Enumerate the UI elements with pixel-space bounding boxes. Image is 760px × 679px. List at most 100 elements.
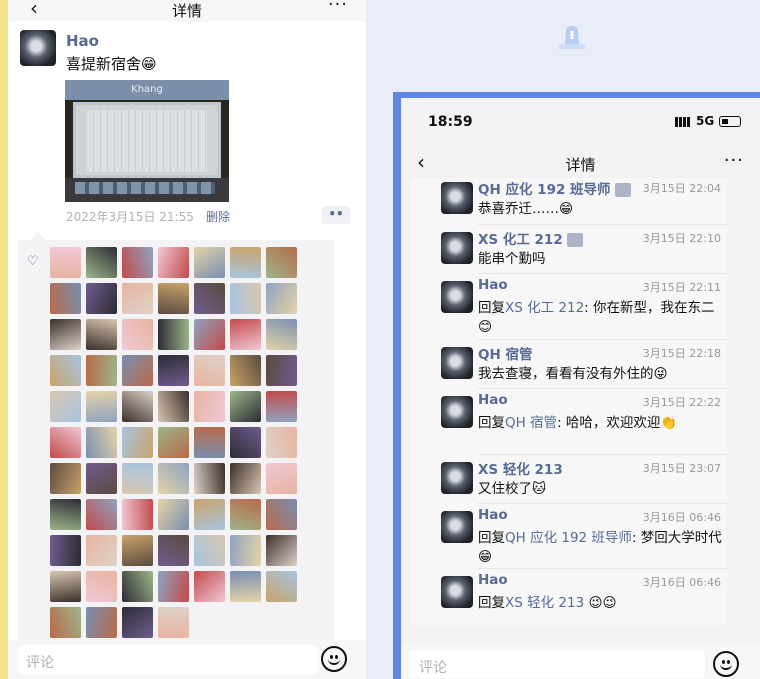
liker-avatar[interactable] [86, 571, 117, 602]
comment-author[interactable]: QH 应化 192 班导师 [478, 178, 631, 198]
liker-avatar[interactable] [194, 427, 225, 458]
avatar[interactable] [441, 511, 473, 543]
liker-avatar[interactable] [122, 427, 153, 458]
liker-avatar[interactable] [194, 463, 225, 494]
reply-target[interactable]: QH 宿管 [505, 415, 557, 431]
liker-avatar[interactable] [122, 571, 153, 602]
reply-target[interactable]: XS 轻化 213 [505, 595, 584, 611]
avatar[interactable] [441, 182, 473, 214]
liker-avatar[interactable] [158, 607, 189, 638]
liker-avatar[interactable] [230, 427, 261, 458]
liker-avatar[interactable] [86, 463, 117, 494]
liker-avatar[interactable] [194, 571, 225, 602]
liker-avatar[interactable] [50, 571, 81, 602]
post-author[interactable]: Hao [66, 32, 99, 50]
liker-avatar[interactable] [158, 499, 189, 530]
emoji-icon[interactable] [713, 651, 739, 677]
liker-avatar[interactable] [158, 427, 189, 458]
avatar[interactable] [441, 232, 473, 264]
avatar[interactable] [441, 576, 473, 608]
liker-avatar[interactable] [266, 391, 297, 422]
liker-avatar[interactable] [230, 463, 261, 494]
liker-avatar[interactable] [122, 319, 153, 350]
liker-avatar[interactable] [86, 247, 117, 278]
liker-avatar[interactable] [158, 319, 189, 350]
liker-avatar[interactable] [50, 355, 81, 386]
liker-avatar[interactable] [194, 499, 225, 530]
liker-avatar[interactable] [230, 247, 261, 278]
liker-avatar[interactable] [86, 355, 117, 386]
post-photo[interactable]: Khang [65, 80, 229, 202]
liker-avatar[interactable] [158, 391, 189, 422]
liker-avatar[interactable] [194, 535, 225, 566]
liker-avatar[interactable] [158, 535, 189, 566]
liker-avatar[interactable] [86, 391, 117, 422]
more-icon[interactable]: ··· [724, 150, 744, 171]
liker-avatar[interactable] [122, 391, 153, 422]
comment-input[interactable] [18, 646, 318, 674]
liker-avatar[interactable] [122, 247, 153, 278]
emoji-icon[interactable] [321, 646, 347, 672]
liker-avatar[interactable] [86, 427, 117, 458]
liker-avatar[interactable] [230, 355, 261, 386]
liker-avatar[interactable] [230, 319, 261, 350]
liker-avatar[interactable] [50, 391, 81, 422]
liker-avatar[interactable] [194, 391, 225, 422]
liker-avatar[interactable] [122, 607, 153, 638]
liker-avatar[interactable] [50, 535, 81, 566]
liker-avatar[interactable] [86, 499, 117, 530]
liker-avatar[interactable] [230, 535, 261, 566]
reply-target[interactable]: XS 化工 212 [505, 300, 584, 316]
liker-avatar[interactable] [50, 463, 81, 494]
liker-avatar[interactable] [194, 355, 225, 386]
liker-avatar[interactable] [230, 391, 261, 422]
liker-avatar[interactable] [158, 247, 189, 278]
comment-author[interactable]: Hao [478, 507, 508, 523]
liker-avatar[interactable] [158, 571, 189, 602]
liker-avatar[interactable] [158, 355, 189, 386]
liker-avatar[interactable] [50, 427, 81, 458]
liker-avatar[interactable] [50, 283, 81, 314]
delete-link[interactable]: 删除 [206, 208, 230, 225]
comment-input[interactable] [409, 650, 705, 678]
liker-avatar[interactable] [86, 283, 117, 314]
liker-avatar[interactable] [266, 463, 297, 494]
liker-avatar[interactable] [50, 247, 81, 278]
comment-author[interactable]: Hao [478, 392, 508, 408]
liker-avatar[interactable] [266, 535, 297, 566]
liker-avatar[interactable] [266, 283, 297, 314]
liker-avatar[interactable] [194, 283, 225, 314]
liker-avatar[interactable] [194, 247, 225, 278]
liker-avatar[interactable] [122, 499, 153, 530]
avatar[interactable] [441, 462, 473, 494]
comment-author[interactable]: Hao [478, 277, 508, 293]
avatar[interactable] [441, 396, 473, 428]
liker-avatar[interactable] [266, 499, 297, 530]
liker-avatar[interactable] [122, 283, 153, 314]
comment-author[interactable]: XS 轻化 213 [478, 458, 563, 478]
liker-avatar[interactable] [158, 463, 189, 494]
liker-avatar[interactable] [86, 535, 117, 566]
liker-avatar[interactable] [266, 355, 297, 386]
avatar[interactable] [20, 30, 56, 66]
avatar[interactable] [441, 347, 473, 379]
comment-author[interactable]: Hao [478, 572, 508, 588]
liker-avatar[interactable] [86, 319, 117, 350]
reply-target[interactable]: QH 应化 192 班导师 [505, 530, 632, 546]
post-actions-button[interactable]: •• [322, 206, 350, 224]
liker-avatar[interactable] [230, 571, 261, 602]
liker-avatar[interactable] [50, 319, 81, 350]
liker-avatar[interactable] [230, 283, 261, 314]
more-icon[interactable]: ··· [328, 0, 348, 15]
liker-avatar[interactable] [230, 499, 261, 530]
liker-avatar[interactable] [266, 427, 297, 458]
liker-avatar[interactable] [266, 319, 297, 350]
liker-avatar[interactable] [50, 499, 81, 530]
liker-avatar[interactable] [122, 535, 153, 566]
comment-author[interactable]: QH 宿管 [478, 343, 532, 363]
avatar[interactable] [441, 281, 473, 313]
liker-avatar[interactable] [122, 355, 153, 386]
comment-author[interactable]: XS 化工 212 [478, 228, 583, 248]
liker-avatar[interactable] [194, 319, 225, 350]
liker-avatar[interactable] [86, 607, 117, 638]
